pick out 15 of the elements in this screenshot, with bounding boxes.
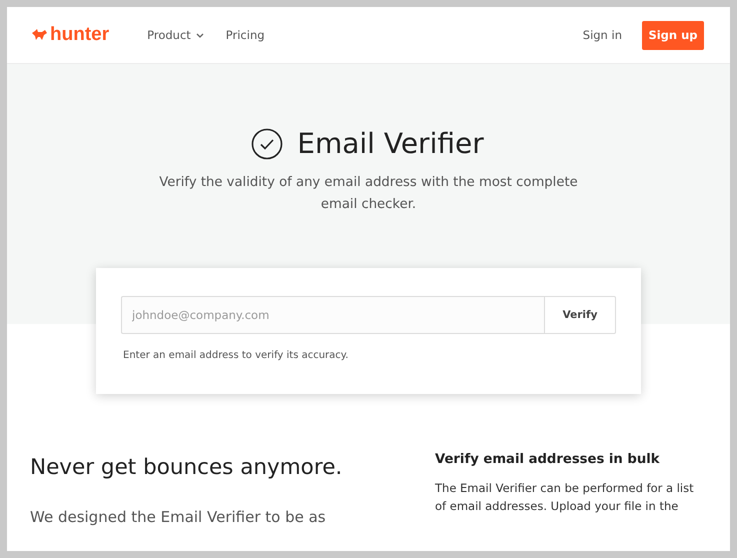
sign-in-link[interactable]: Sign in: [582, 28, 622, 42]
subtitle: Verify the validity of any email address with the most complete email checker.: [158, 174, 578, 214]
section-text: We designed the Email Verifier to be as: [30, 508, 327, 526]
nav-link[interactable]: Product: [147, 28, 204, 42]
chevron-icon: [196, 32, 204, 38]
hint-text: Enter an email address to verify its accuracy.: [123, 350, 350, 361]
fox-icon: [32, 29, 47, 41]
verify-button[interactable]: Verify: [544, 296, 616, 334]
bulk-heading: Verify email addresses in bulk: [435, 452, 661, 467]
nav-link[interactable]: Pricing: [226, 28, 265, 42]
page-title: Email Verifier: [297, 127, 484, 160]
email-field[interactable]: johndoe@company.com: [121, 296, 544, 334]
check-circle-icon: [251, 128, 284, 160]
section-heading: Never get bounces anymore.: [30, 455, 344, 480]
bulk-text: The Email Verifier can be performed for a list of email addresses. Upload your file in the: [435, 480, 695, 515]
